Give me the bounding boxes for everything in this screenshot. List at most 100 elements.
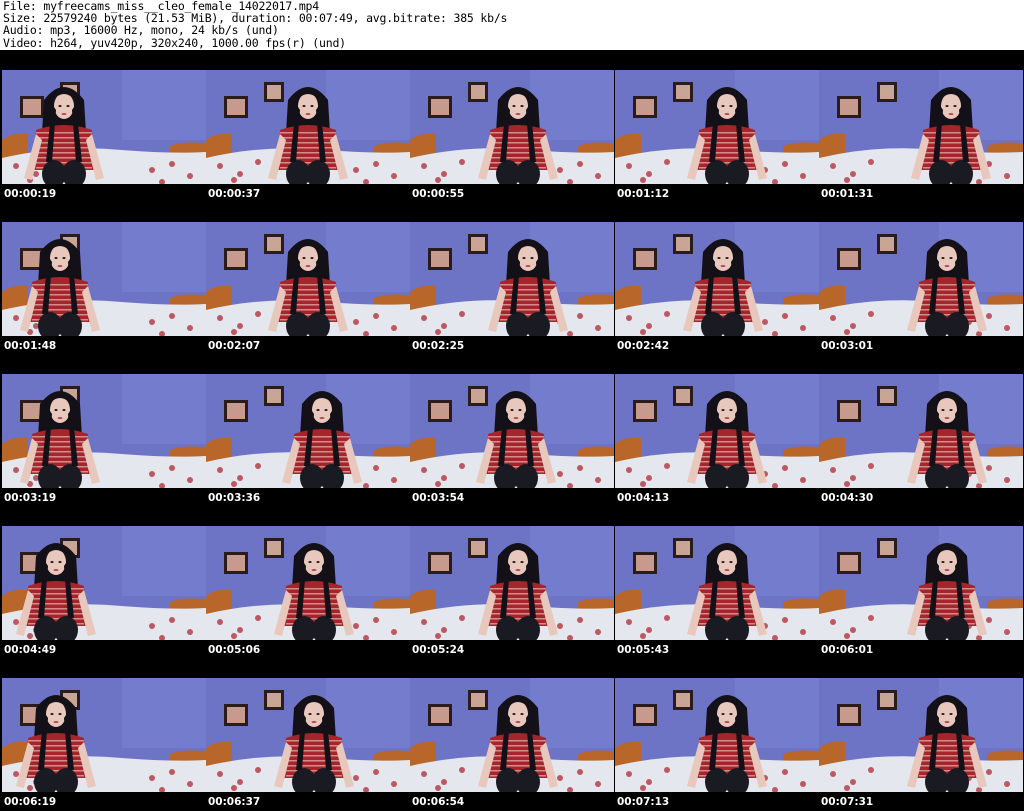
video-frame-scene	[819, 70, 1023, 184]
video-frame-scene	[410, 374, 614, 488]
video-frame-scene	[2, 526, 206, 640]
video-frame-thumbnail	[2, 678, 206, 792]
thumbnail-tile: 00:01:12	[615, 50, 819, 202]
thumbnail-tile: 00:07:31	[819, 658, 1023, 810]
thumbnail-tile: 00:02:25	[410, 202, 614, 354]
video-frame-scene	[2, 374, 206, 488]
video-frame-thumbnail	[410, 526, 614, 640]
frame-timestamp: 00:03:54	[412, 492, 465, 504]
video-frame-scene	[410, 70, 614, 184]
video-frame-scene	[819, 222, 1023, 336]
video-frame-thumbnail	[615, 374, 819, 488]
audio-info-line: Audio: mp3, 16000 Hz, mono, 24 kb/s (und…	[3, 23, 279, 38]
video-frame-thumbnail	[206, 374, 410, 488]
frame-timestamp: 00:00:37	[208, 188, 261, 200]
thumbnail-tile: 00:03:36	[206, 354, 410, 506]
thumbnail-tile: 00:01:48	[2, 202, 206, 354]
thumbnail-tile: 00:04:30	[819, 354, 1023, 506]
video-frame-thumbnail	[206, 70, 410, 184]
video-frame-scene	[615, 70, 819, 184]
video-frame-thumbnail	[2, 374, 206, 488]
video-frame-thumbnail	[2, 70, 206, 184]
video-frame-thumbnail	[615, 526, 819, 640]
frame-timestamp: 00:05:24	[412, 644, 465, 656]
thumbnail-tile: 00:05:06	[206, 506, 410, 658]
frame-timestamp: 00:03:36	[208, 492, 261, 504]
thumbnail-tile: 00:00:55	[410, 50, 614, 202]
frame-timestamp: 00:00:19	[4, 188, 57, 200]
frame-timestamp: 00:04:30	[821, 492, 874, 504]
video-frame-scene	[206, 374, 410, 488]
video-frame-thumbnail	[615, 70, 819, 184]
frame-timestamp: 00:02:07	[208, 340, 261, 352]
video-frame-thumbnail	[410, 70, 614, 184]
thumbnail-tile: 00:03:01	[819, 202, 1023, 354]
video-frame-thumbnail	[2, 526, 206, 640]
video-frame-scene	[206, 70, 410, 184]
frame-timestamp: 00:03:01	[821, 340, 874, 352]
frame-timestamp: 00:07:13	[617, 796, 670, 808]
video-frame-scene	[206, 678, 410, 792]
file-info-header: File: myfreecams_miss__cleo_female_14022…	[3, 0, 1021, 50]
video-frame-scene	[819, 374, 1023, 488]
video-frame-scene	[410, 526, 614, 640]
thumbnail-tile: 00:05:43	[615, 506, 819, 658]
video-frame-thumbnail	[410, 678, 614, 792]
thumbnail-grid: 00:00:19 00:00:37 00:00:55 00:01:12 00:01:31…	[0, 50, 1024, 811]
video-frame-scene	[2, 678, 206, 792]
video-frame-thumbnail	[615, 678, 819, 792]
thumbnail-tile: 00:06:01	[819, 506, 1023, 658]
thumbnail-tile: 00:06:19	[2, 658, 206, 810]
video-frame-scene	[2, 222, 206, 336]
frame-timestamp: 00:01:31	[821, 188, 874, 200]
video-frame-thumbnail	[819, 526, 1023, 640]
frame-timestamp: 00:01:12	[617, 188, 670, 200]
video-frame-scene	[206, 526, 410, 640]
video-frame-scene	[819, 526, 1023, 640]
video-frame-thumbnail	[206, 678, 410, 792]
thumbnail-tile: 00:00:37	[206, 50, 410, 202]
video-frame-scene	[410, 222, 614, 336]
thumbnail-tile: 00:03:54	[410, 354, 614, 506]
frame-timestamp: 00:06:19	[4, 796, 57, 808]
video-frame-scene	[615, 222, 819, 336]
video-frame-scene	[206, 222, 410, 336]
thumbnail-tile: 00:00:19	[2, 50, 206, 202]
video-frame-scene	[819, 678, 1023, 792]
video-frame-scene	[615, 678, 819, 792]
thumbnail-tile: 00:06:54	[410, 658, 614, 810]
video-frame-thumbnail	[819, 678, 1023, 792]
frame-timestamp: 00:03:19	[4, 492, 57, 504]
video-info-line: Video: h264, yuv420p, 320x240, 1000.00 f…	[3, 35, 346, 50]
video-frame-scene	[410, 678, 614, 792]
video-frame-thumbnail	[615, 222, 819, 336]
frame-timestamp: 00:05:43	[617, 644, 670, 656]
thumbnail-tile: 00:03:19	[2, 354, 206, 506]
frame-timestamp: 00:06:01	[821, 644, 874, 656]
frame-timestamp: 00:07:31	[821, 796, 874, 808]
video-frame-scene	[615, 374, 819, 488]
thumbnail-tile: 00:05:24	[410, 506, 614, 658]
video-frame-thumbnail	[819, 222, 1023, 336]
thumbnail-tile: 00:02:07	[206, 202, 410, 354]
frame-timestamp: 00:04:13	[617, 492, 670, 504]
video-frame-thumbnail	[206, 222, 410, 336]
thumbnail-tile: 00:04:49	[2, 506, 206, 658]
thumbnail-tile: 00:02:42	[615, 202, 819, 354]
frame-timestamp: 00:02:42	[617, 340, 670, 352]
video-frame-thumbnail	[410, 222, 614, 336]
frame-timestamp: 00:06:54	[412, 796, 465, 808]
video-frame-thumbnail	[410, 374, 614, 488]
thumbnail-tile: 00:04:13	[615, 354, 819, 506]
frame-timestamp: 00:02:25	[412, 340, 465, 352]
frame-timestamp: 00:05:06	[208, 644, 261, 656]
frame-timestamp: 00:06:37	[208, 796, 261, 808]
thumbnail-tile: 00:07:13	[615, 658, 819, 810]
frame-timestamp: 00:00:55	[412, 188, 465, 200]
thumbnail-tile: 00:06:37	[206, 658, 410, 810]
video-frame-scene	[615, 526, 819, 640]
video-frame-thumbnail	[206, 526, 410, 640]
thumbnail-tile: 00:01:31	[819, 50, 1023, 202]
video-frame-scene	[2, 70, 206, 184]
frame-timestamp: 00:04:49	[4, 644, 57, 656]
